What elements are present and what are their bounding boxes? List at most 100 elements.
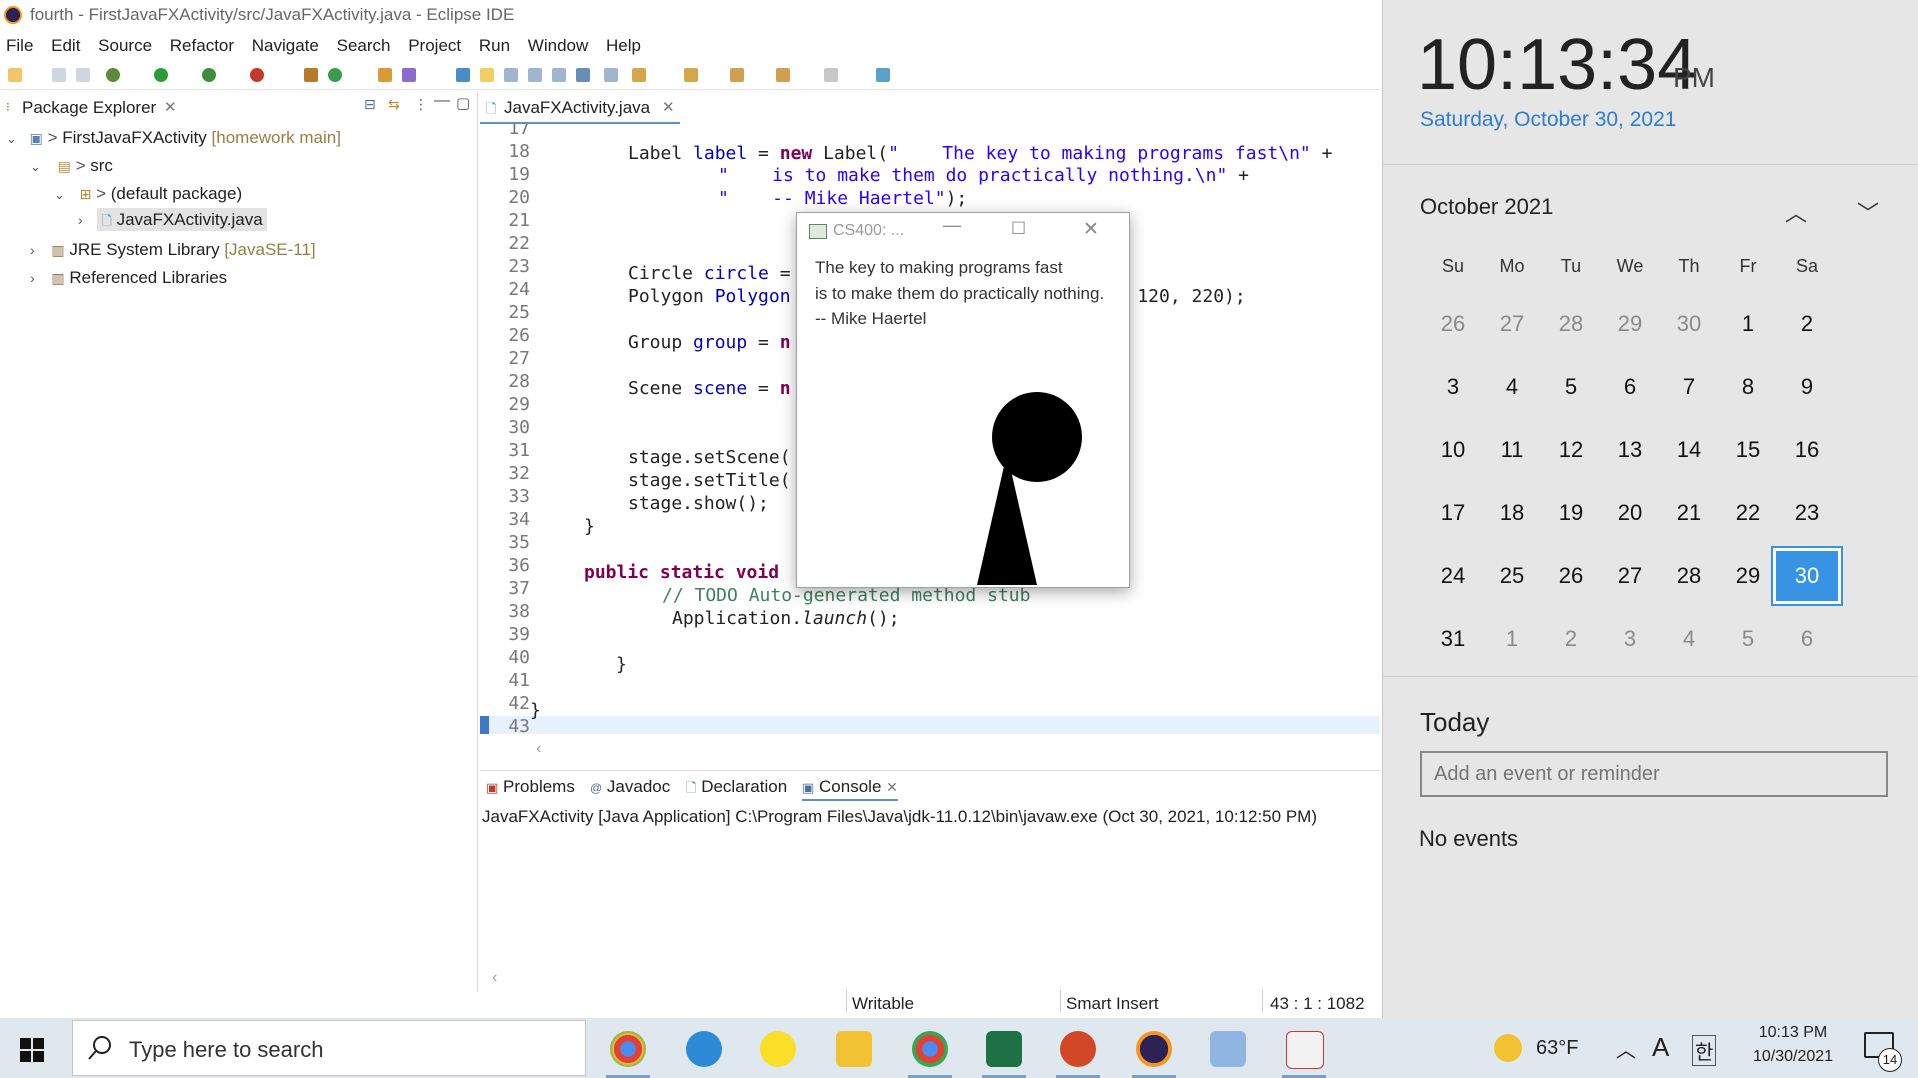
run-icon[interactable]: [154, 68, 168, 82]
calendar-day[interactable]: 25: [1478, 548, 1546, 604]
tab-console[interactable]: ▣ Console ✕: [802, 777, 898, 801]
open-task-icon[interactable]: [456, 68, 470, 82]
full-date-link[interactable]: Saturday, October 30, 2021: [1420, 108, 1676, 132]
new-java-package-icon[interactable]: [304, 68, 318, 82]
calendar-day[interactable]: 4: [1478, 359, 1546, 415]
open-perspective-icon[interactable]: [876, 68, 890, 82]
windows-start-icon[interactable]: [20, 1038, 44, 1062]
calendar-day[interactable]: 28: [1537, 296, 1605, 352]
chrome-icon[interactable]: [912, 1031, 948, 1067]
close-icon[interactable]: ✕: [662, 98, 675, 116]
file-explorer-icon[interactable]: [836, 1031, 872, 1067]
calendar-day[interactable]: 24: [1419, 548, 1487, 604]
calendar-day[interactable]: 29: [1596, 296, 1664, 352]
calendar-day[interactable]: 18: [1478, 485, 1546, 541]
calendar-day[interactable]: 5: [1537, 359, 1605, 415]
calendar-day[interactable]: 6: [1773, 611, 1841, 667]
calendar-day[interactable]: 4: [1655, 611, 1723, 667]
save-all-icon[interactable]: [76, 68, 90, 82]
chevron-up-icon[interactable]: ︿: [1785, 196, 1807, 228]
menu-edit[interactable]: Edit: [51, 36, 80, 56]
calendar-day[interactable]: 6: [1596, 359, 1664, 415]
excel-icon[interactable]: [986, 1031, 1022, 1067]
calendar-day[interactable]: 27: [1596, 548, 1664, 604]
tree-item-default-package[interactable]: ⌄ ⊞ > (default package): [54, 184, 242, 204]
powerpoint-icon[interactable]: [1060, 1031, 1096, 1067]
toggle-word-wrap-icon[interactable]: [504, 68, 518, 82]
package-explorer-tab[interactable]: ⁝ Package Explorer ✕ ⊟ ⇆ ⋮ — ▢: [0, 92, 477, 122]
external-tools-icon[interactable]: [250, 68, 264, 82]
console-output[interactable]: [482, 831, 1378, 981]
calendar-day[interactable]: 12: [1537, 422, 1605, 478]
calendar-day[interactable]: 23: [1773, 485, 1841, 541]
menu-navigate[interactable]: Navigate: [252, 36, 319, 56]
calendar-day[interactable]: 30: [1655, 296, 1723, 352]
calendar-day[interactable]: 1: [1714, 296, 1782, 352]
calendar-day-today[interactable]: 30: [1771, 546, 1843, 606]
tree-item-src[interactable]: ⌄ ▤ > src: [30, 156, 113, 176]
menu-project[interactable]: Project: [408, 36, 461, 56]
calendar-day[interactable]: 15: [1714, 422, 1782, 478]
search-icon[interactable]: [402, 68, 416, 82]
previous-annotation-icon[interactable]: [684, 68, 698, 82]
menu-help[interactable]: Help: [606, 36, 641, 56]
weather-temp[interactable]: 63°F: [1536, 1037, 1578, 1060]
last-edit-location-icon[interactable]: [730, 68, 744, 82]
menu-search[interactable]: Search: [337, 36, 391, 56]
tab-javadoc[interactable]: @ Javadoc: [590, 777, 670, 797]
calendar-day[interactable]: 14: [1655, 422, 1723, 478]
weather-icon[interactable]: [1494, 1034, 1522, 1062]
calendar-day[interactable]: 27: [1478, 296, 1546, 352]
menu-source[interactable]: Source: [98, 36, 152, 56]
calendar-day[interactable]: 9: [1773, 359, 1841, 415]
calendar-day[interactable]: 10: [1419, 422, 1487, 478]
menu-window[interactable]: Window: [528, 36, 588, 56]
calendar-day[interactable]: 11: [1478, 422, 1546, 478]
ime-hangul[interactable]: 한: [1692, 1035, 1717, 1066]
calendar-day[interactable]: 2: [1537, 611, 1605, 667]
java-icon[interactable]: [1286, 1031, 1324, 1069]
calendar-day[interactable]: 7: [1655, 359, 1723, 415]
calendar-day[interactable]: 3: [1419, 359, 1487, 415]
calendar-day[interactable]: 2: [1773, 296, 1841, 352]
editor-tab[interactable]: 🗋 JavaFXActivity.java ✕: [480, 92, 680, 124]
console-view-icon[interactable]: [576, 68, 590, 82]
menu-file[interactable]: File: [6, 36, 33, 56]
calendar-day[interactable]: 26: [1419, 296, 1487, 352]
show-hidden-icons-chevron-icon[interactable]: ︿: [1616, 1034, 1636, 1063]
month-label[interactable]: October 2021: [1420, 194, 1553, 220]
calendar-day[interactable]: 21: [1655, 485, 1723, 541]
calendar-day[interactable]: 8: [1714, 359, 1782, 415]
show-whitespace-icon[interactable]: [552, 68, 566, 82]
menu-refactor[interactable]: Refactor: [170, 36, 234, 56]
calendar-day[interactable]: 22: [1714, 485, 1782, 541]
calendar-day[interactable]: 13: [1596, 422, 1664, 478]
tree-item-project[interactable]: ⌄ ▣ > FirstJavaFXActivity [homework main…: [6, 128, 341, 148]
new-java-class-icon[interactable]: [328, 68, 342, 82]
calendar-day[interactable]: 16: [1773, 422, 1841, 478]
tree-item-jre[interactable]: › ▥ JRE System Library [JavaSE-11]: [30, 240, 316, 260]
edge-icon[interactable]: [686, 1031, 722, 1067]
maximize-icon[interactable]: ▢: [456, 94, 470, 112]
toggle-mark-occurrences-icon[interactable]: [480, 68, 494, 82]
paint-icon[interactable]: [1210, 1031, 1246, 1067]
calendar-day[interactable]: 28: [1655, 548, 1723, 604]
taskbar-search-box[interactable]: Type here to search: [72, 1020, 586, 1076]
calendar-day[interactable]: 29: [1714, 548, 1782, 604]
calendar-day[interactable]: 17: [1419, 485, 1487, 541]
tab-declaration[interactable]: 🗋 Declaration: [686, 777, 787, 801]
chevron-down-icon[interactable]: ﹀: [1857, 196, 1879, 228]
scroll-left-icon[interactable]: ‹: [536, 740, 541, 758]
minimize-icon[interactable]: —: [434, 92, 450, 110]
menu-run[interactable]: Run: [479, 36, 510, 56]
taskbar-clock[interactable]: 10:13 PM 10/30/2021: [1748, 1024, 1838, 1066]
collapse-all-icon[interactable]: ⊟: [364, 96, 376, 113]
calendar-day[interactable]: 20: [1596, 485, 1664, 541]
close-icon[interactable]: ✕: [886, 779, 898, 795]
calendar-day[interactable]: 5: [1714, 611, 1782, 667]
debug-icon[interactable]: [106, 68, 120, 82]
tree-item-java-file[interactable]: › 🗋 JavaFXActivity.java: [78, 208, 267, 234]
back-icon[interactable]: [776, 68, 790, 82]
ime-mode-a[interactable]: A: [1652, 1032, 1669, 1063]
calendar-day[interactable]: 26: [1537, 548, 1605, 604]
